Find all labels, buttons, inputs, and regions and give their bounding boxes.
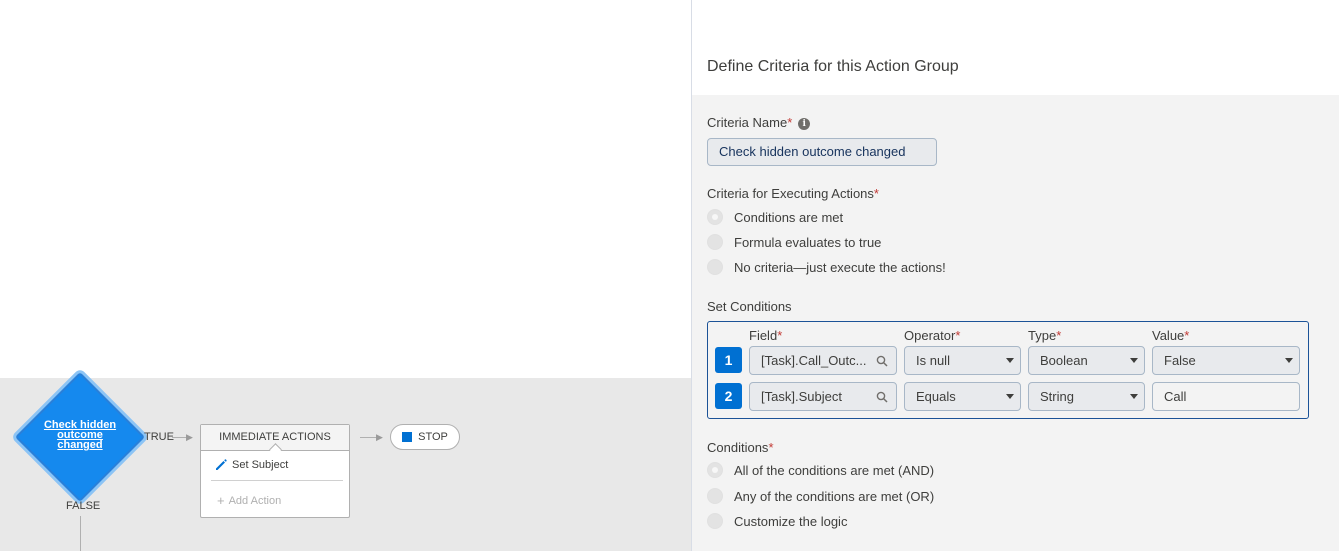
- add-action-label: Add Action: [228, 494, 282, 507]
- radio-label: Customize the logic: [734, 513, 848, 529]
- stop-label: STOP: [418, 431, 448, 443]
- conditions-table: Field* Operator* Type* Value* 1 [Task].C…: [707, 321, 1309, 419]
- criteria-name-input[interactable]: Check hidden outcome changed: [707, 138, 937, 166]
- chevron-down-icon: [1006, 394, 1014, 399]
- radio-all-conditions[interactable]: All of the conditions are met (AND): [707, 462, 934, 478]
- radio-label: Formula evaluates to true: [734, 234, 882, 250]
- stop-arrow-icon: ▶: [376, 432, 383, 442]
- plus-icon: +: [217, 493, 225, 508]
- criteria-panel: Define Criteria for this Action Group Cr…: [691, 0, 1339, 551]
- radio-button[interactable]: [707, 209, 723, 225]
- criteria-node-label[interactable]: Check hidden outcome changed: [40, 420, 120, 451]
- field-lookup[interactable]: [Task].Subject: [749, 382, 897, 411]
- row-number: 2: [715, 383, 742, 409]
- operator-select[interactable]: Equals: [904, 382, 1021, 411]
- radio-conditions-met[interactable]: Conditions are met: [707, 209, 843, 225]
- action-item-set-subject[interactable]: Set Subject: [214, 458, 288, 471]
- row-number: 1: [715, 347, 742, 373]
- chevron-down-icon: [1130, 394, 1138, 399]
- radio-no-criteria[interactable]: No criteria—just execute the actions!: [707, 259, 946, 275]
- chevron-down-icon: [1130, 358, 1138, 363]
- column-header-field: Field*: [749, 328, 783, 343]
- immediate-actions-box: IMMEDIATE ACTIONS Set Subject + Add Acti…: [200, 424, 350, 518]
- executing-actions-label: Criteria for Executing Actions*: [707, 186, 879, 201]
- true-arrow-icon: ▶: [186, 432, 193, 442]
- add-action-link[interactable]: + Add Action: [217, 493, 281, 508]
- radio-label: Conditions are met: [734, 209, 844, 225]
- radio-any-condition[interactable]: Any of the conditions are met (OR): [707, 488, 934, 504]
- action-item-label: Set Subject: [232, 458, 289, 471]
- search-icon: [876, 355, 888, 367]
- info-icon[interactable]: i: [798, 118, 811, 130]
- radio-formula[interactable]: Formula evaluates to true: [707, 234, 881, 250]
- radio-button[interactable]: [707, 259, 723, 275]
- radio-label: No criteria—just execute the actions!: [734, 259, 946, 275]
- set-conditions-label: Set Conditions: [707, 299, 792, 314]
- chevron-down-icon: [1006, 358, 1014, 363]
- column-header-operator: Operator*: [904, 328, 961, 343]
- action-divider: [211, 480, 343, 481]
- radio-button[interactable]: [707, 234, 723, 250]
- conditions-label: Conditions*: [707, 440, 774, 455]
- pencil-icon: [216, 459, 227, 470]
- type-select[interactable]: Boolean: [1028, 346, 1145, 375]
- false-connector: [80, 516, 81, 551]
- radio-button[interactable]: [707, 513, 723, 529]
- radio-label: All of the conditions are met (AND): [734, 462, 935, 478]
- false-label: FALSE: [66, 500, 101, 512]
- true-label: TRUE: [144, 431, 174, 443]
- radio-button[interactable]: [707, 462, 723, 478]
- panel-header: [692, 0, 1339, 95]
- process-canvas-blank: [0, 0, 691, 378]
- radio-button[interactable]: [707, 488, 723, 504]
- search-icon: [876, 391, 888, 403]
- column-header-type: Type*: [1028, 328, 1062, 343]
- criteria-name-label: Criteria Name* i: [707, 115, 811, 130]
- stop-node[interactable]: STOP: [390, 424, 460, 450]
- field-lookup[interactable]: [Task].Call_Outc...: [749, 346, 897, 375]
- radio-label: Any of the conditions are met (OR): [734, 488, 935, 504]
- operator-select[interactable]: Is null: [904, 346, 1021, 375]
- panel-title: Define Criteria for this Action Group: [707, 58, 959, 75]
- stop-icon: [402, 432, 413, 442]
- radio-customize-logic[interactable]: Customize the logic: [707, 513, 847, 529]
- chevron-down-icon: [1285, 358, 1293, 363]
- column-header-value: Value*: [1152, 328, 1190, 343]
- value-input[interactable]: Call: [1152, 382, 1300, 411]
- value-select[interactable]: False: [1152, 346, 1300, 375]
- type-select[interactable]: String: [1028, 382, 1145, 411]
